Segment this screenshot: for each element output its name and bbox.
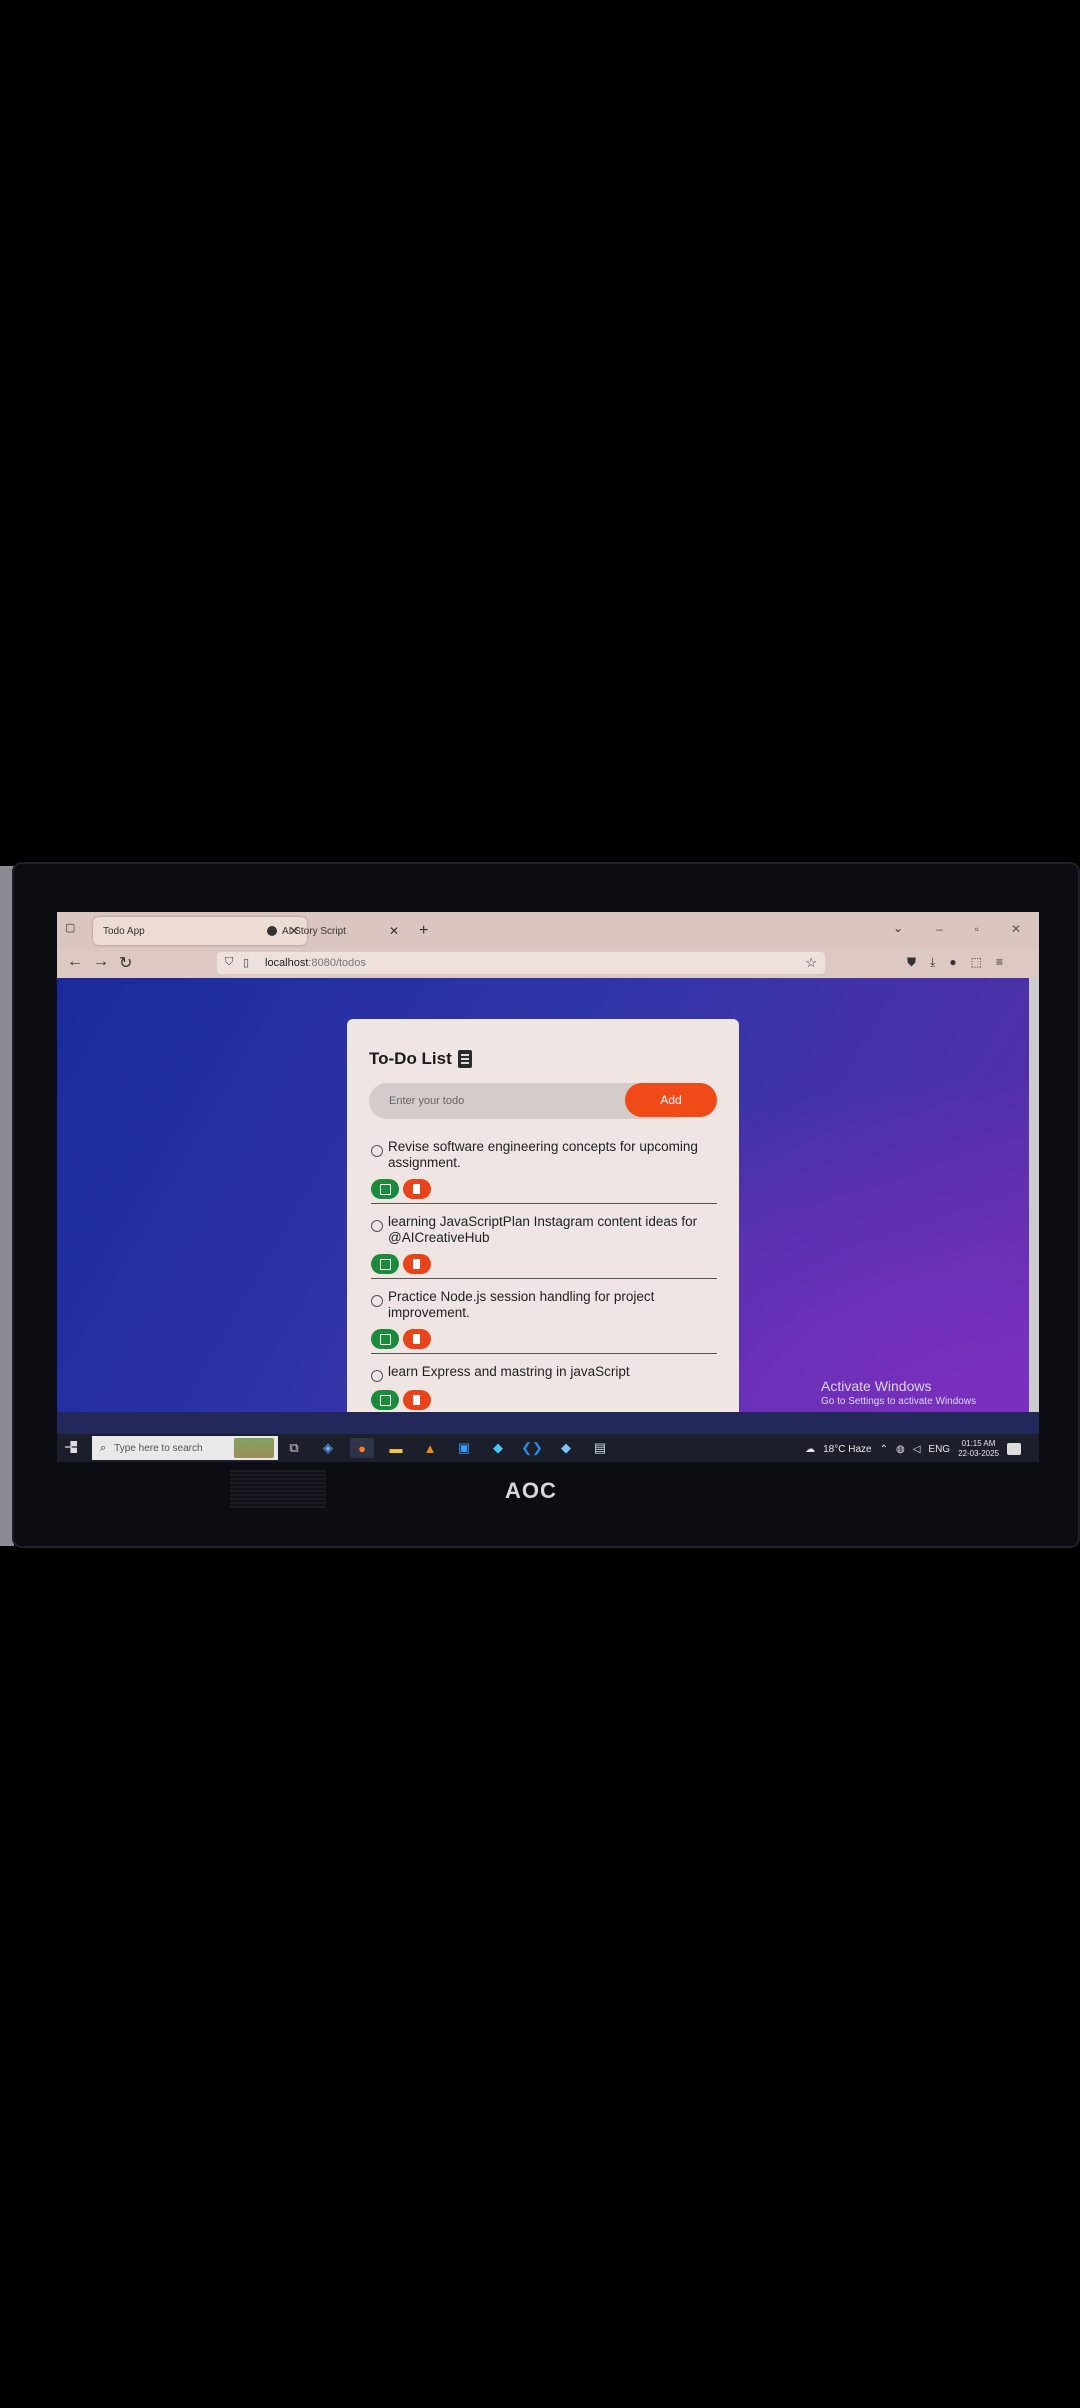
complete-radio[interactable] (371, 1220, 383, 1232)
todo-text: Practice Node.js session handling for pr… (388, 1289, 655, 1320)
task-view-icon[interactable]: ⧉ (282, 1438, 306, 1458)
edit-button[interactable] (371, 1179, 399, 1199)
page-title: To-Do List (369, 1049, 472, 1069)
todo-item: Revise software engineering concepts for… (371, 1139, 717, 1204)
weather-icon[interactable]: ☁ (805, 1444, 815, 1455)
todo-text: learn Express and mastring in javaScript (388, 1364, 630, 1379)
watermark-subtitle: Go to Settings to activate Windows (821, 1396, 977, 1407)
weather-text[interactable]: 18°C Haze (823, 1444, 871, 1455)
page-viewport: To-Do List Add Revise software engineeri… (57, 978, 1039, 1412)
tab-overview-icon[interactable]: ▢ (65, 921, 75, 934)
search-placeholder: Type here to search (114, 1442, 203, 1454)
monitor-brand-logo: AOC (505, 1478, 557, 1503)
todo-item: learn Express and mastring in javaScript (371, 1364, 717, 1412)
taskbar: ⌕ Type here to search ⧉ ◈ ● ▬ ▲ ▣ ◆ ❮❯ ◆… (57, 1434, 1039, 1462)
clock[interactable]: 01:15 AM 22-03-2025 (958, 1439, 999, 1459)
title-text: To-Do List (369, 1049, 452, 1068)
taskbar-apps: ⧉ ◈ ● ▬ ▲ ▣ ◆ ❮❯ ◆ ▤ (282, 1438, 612, 1458)
time-text: 01:15 AM (961, 1439, 996, 1448)
vlc-icon[interactable]: ▲ (418, 1438, 442, 1458)
complete-radio[interactable] (371, 1295, 383, 1307)
add-todo-row: Add (369, 1083, 717, 1119)
scrollbar[interactable] (1029, 978, 1039, 1412)
delete-button[interactable] (403, 1390, 431, 1410)
todo-text: learning JavaScriptPlan Instagram conten… (388, 1214, 698, 1245)
git-icon[interactable]: ◆ (486, 1438, 510, 1458)
system-tray: ☁ 18°C Haze ⌃ ◍ ◁ ENG 01:15 AM 22-03-202… (805, 1439, 1021, 1459)
edit-button[interactable] (371, 1254, 399, 1274)
minimize-icon[interactable]: – (936, 922, 943, 936)
add-button[interactable]: Add (625, 1083, 717, 1117)
search-highlight-image (234, 1438, 274, 1458)
network-icon[interactable]: ◍ (896, 1444, 905, 1455)
date-text: 22-03-2025 (958, 1449, 999, 1458)
windows-start-icon[interactable] (65, 1441, 77, 1453)
menu-icon[interactable]: ≡ (996, 955, 1003, 970)
todo-item: learning JavaScriptPlan Instagram conten… (371, 1214, 717, 1279)
todo-item: Practice Node.js session handling for pr… (371, 1289, 717, 1354)
window-controls: – ▫ ✕ (936, 922, 1021, 936)
edit-button[interactable] (371, 1390, 399, 1410)
tab-label: AI Story Script (282, 925, 346, 937)
account-icon[interactable]: ● (949, 955, 956, 970)
edit-button[interactable] (371, 1329, 399, 1349)
address-bar[interactable]: ⛉ ▯ localhost:8080/todos ☆ (217, 952, 825, 974)
monitor-screen: ▢ Todo App ✕ AI Story Script ✕ + ⌄ – ▫ ✕… (57, 912, 1039, 1462)
delete-button[interactable] (403, 1179, 431, 1199)
todo-card: To-Do List Add Revise software engineeri… (347, 1019, 739, 1412)
browser-tab-bar: ▢ Todo App ✕ AI Story Script ✕ + ⌄ – ▫ ✕ (57, 912, 1039, 948)
language-indicator[interactable]: ENG (928, 1444, 950, 1455)
memo-icon (457, 1050, 472, 1068)
vscode-icon[interactable]: ❮❯ (520, 1438, 544, 1458)
app-icon[interactable]: ▤ (588, 1438, 612, 1458)
toolbar-icons: ⛊ ⤓ ● ⬚ ≡ (907, 955, 1003, 970)
file-explorer-icon[interactable]: ▬ (384, 1438, 408, 1458)
forward-icon[interactable]: → (93, 953, 109, 971)
tab-label: Todo App (103, 925, 145, 937)
shield-icon[interactable]: ⛉ (225, 956, 233, 969)
pocket-icon[interactable]: ⛊ (907, 955, 916, 970)
search-icon: ⌕ (100, 1441, 107, 1454)
todo-list: Revise software engineering concepts for… (371, 1139, 717, 1412)
notification-icon[interactable] (1007, 1443, 1021, 1455)
tab-ai-story-script[interactable]: AI Story Script ✕ (257, 917, 407, 945)
taskbar-search[interactable]: ⌕ Type here to search (92, 1436, 278, 1460)
sourcetree-icon[interactable]: ◆ (554, 1438, 578, 1458)
close-icon[interactable]: ✕ (1011, 922, 1021, 936)
maximize-icon[interactable]: ▫ (975, 922, 979, 936)
globe-icon (267, 926, 277, 936)
chevron-down-icon[interactable]: ⌄ (893, 921, 903, 935)
bookmark-star-icon[interactable]: ☆ (805, 955, 817, 971)
activate-windows-watermark: Activate Windows Go to Settings to activ… (821, 1378, 976, 1407)
watermark-title: Activate Windows (821, 1378, 932, 1394)
chevron-up-icon[interactable]: ⌃ (880, 1444, 888, 1455)
extensions-icon[interactable]: ⬚ (971, 955, 982, 970)
complete-radio[interactable] (371, 1370, 383, 1382)
delete-button[interactable] (403, 1254, 431, 1274)
delete-button[interactable] (403, 1329, 431, 1349)
volume-icon[interactable]: ◁ (913, 1444, 921, 1455)
page-icon: ▯ (243, 957, 250, 969)
store-icon[interactable]: ▣ (452, 1438, 476, 1458)
back-icon[interactable]: ← (67, 953, 83, 971)
firefox-icon[interactable]: ● (350, 1438, 374, 1458)
bezel-grille (230, 1470, 326, 1508)
url-text: localhost:8080/todos (265, 957, 366, 969)
reload-icon[interactable]: ↻ (119, 953, 132, 973)
download-icon[interactable]: ⤓ (930, 955, 935, 970)
todo-text: Revise software engineering concepts for… (388, 1139, 698, 1170)
new-tab-icon[interactable]: + (419, 922, 428, 940)
complete-radio[interactable] (371, 1145, 383, 1157)
browser-toolbar: ← → ↻ ⛉ ▯ localhost:8080/todos ☆ ⛊ ⤓ ● ⬚… (57, 948, 1039, 978)
copilot-icon[interactable]: ◈ (316, 1438, 340, 1458)
close-tab-icon[interactable]: ✕ (389, 924, 399, 938)
